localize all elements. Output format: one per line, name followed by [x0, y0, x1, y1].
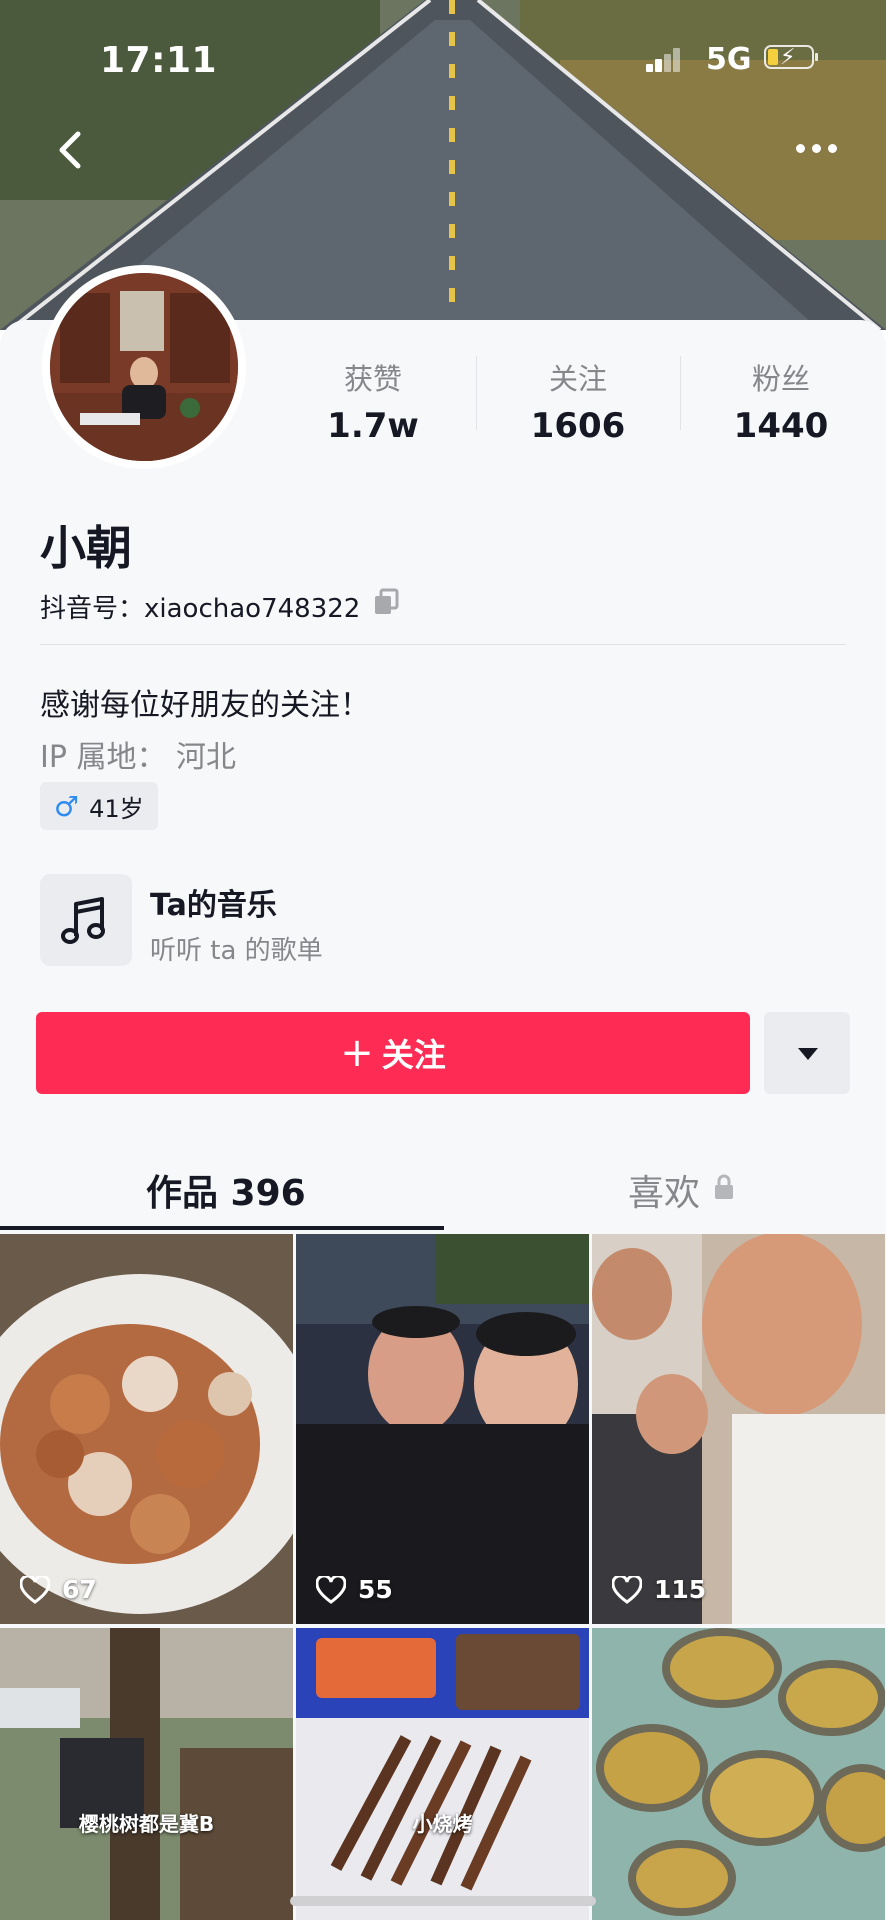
male-icon: ♂	[54, 789, 80, 823]
gender-age-tag: ♂ 41岁	[40, 782, 158, 830]
stat-followers-label: 粉丝	[751, 362, 810, 396]
like-count: 115	[612, 1575, 706, 1604]
battery-icon: ⚡	[764, 45, 818, 70]
stat-divider	[476, 356, 477, 430]
stat-followers-value: 1440	[733, 406, 829, 446]
copy-id-button[interactable]	[372, 588, 400, 616]
lock-icon	[714, 1174, 734, 1200]
douyin-id: 抖音号：xiaochao748322	[40, 588, 360, 625]
signal-icon	[646, 48, 680, 72]
ip-location: IP 属地： 河北	[40, 740, 237, 775]
video-caption: 小烧烤	[412, 1812, 473, 1836]
divider	[40, 644, 846, 645]
like-count: 67	[20, 1575, 97, 1604]
age-text: 41岁	[89, 794, 144, 823]
music-note-icon	[61, 897, 105, 944]
stat-following-value: 1606	[530, 406, 626, 446]
more-button[interactable]	[792, 138, 842, 158]
video-thumbnail[interactable]: 樱桃树都是冀B	[0, 1628, 293, 1920]
home-indicator	[290, 1896, 596, 1906]
video-caption: 樱桃树都是冀B	[78, 1812, 215, 1836]
network-type: 5G	[706, 42, 752, 77]
stat-following[interactable]: 关注 1606	[503, 356, 653, 446]
tab-likes[interactable]: 喜欢	[628, 1164, 700, 1216]
like-count: 55	[316, 1575, 393, 1604]
status-time: 17:11	[100, 40, 218, 81]
stat-likes-label: 获赞	[343, 362, 402, 396]
video-thumbnail[interactable]	[592, 1628, 885, 1920]
like-count-value: 55	[358, 1575, 393, 1604]
like-count-value: 67	[62, 1575, 97, 1604]
stat-following-label: 关注	[548, 362, 607, 396]
music-entry[interactable]	[40, 874, 132, 966]
video-thumbnail[interactable]: 115	[592, 1234, 885, 1624]
stat-likes[interactable]: 获赞 1.7w	[298, 356, 448, 446]
music-title[interactable]: Ta的音乐	[150, 880, 277, 924]
heart-icon	[316, 1575, 346, 1604]
avatar[interactable]	[50, 273, 238, 461]
stat-divider	[680, 356, 681, 430]
douyin-id-label: 抖音号：	[40, 594, 145, 624]
profile-name: 小朝	[40, 521, 132, 575]
follow-label: 关注	[381, 1036, 446, 1074]
stat-followers[interactable]: 粉丝 1440	[706, 356, 856, 446]
back-icon	[59, 131, 81, 169]
music-subtitle: 听听 ta 的歌单	[150, 936, 323, 966]
video-thumbnail[interactable]: 小烧烤	[296, 1628, 589, 1920]
douyin-id-value: xiaochao748322	[144, 594, 361, 624]
back-button[interactable]	[50, 120, 94, 180]
recommend-dropdown-button[interactable]	[764, 1012, 850, 1094]
video-thumbnail[interactable]: 55	[296, 1234, 589, 1624]
video-thumbnail[interactable]: 67	[0, 1234, 293, 1624]
caret-down-icon	[798, 1048, 818, 1060]
tab-works[interactable]: 作品 396	[146, 1164, 306, 1216]
video-grid: 67 55 115 樱桃树都是冀B 小烧烤	[0, 1234, 886, 1920]
stat-likes-value: 1.7w	[327, 406, 419, 446]
heart-icon	[20, 1575, 50, 1604]
like-count-value: 115	[654, 1575, 707, 1604]
heart-icon	[612, 1575, 642, 1604]
follow-button[interactable]: + 关注	[36, 1012, 750, 1094]
tab-active-indicator	[0, 1226, 444, 1230]
bio-text: 感谢每位好朋友的关注！	[40, 688, 370, 723]
plus-icon: +	[340, 1030, 374, 1076]
copy-icon	[375, 588, 399, 614]
